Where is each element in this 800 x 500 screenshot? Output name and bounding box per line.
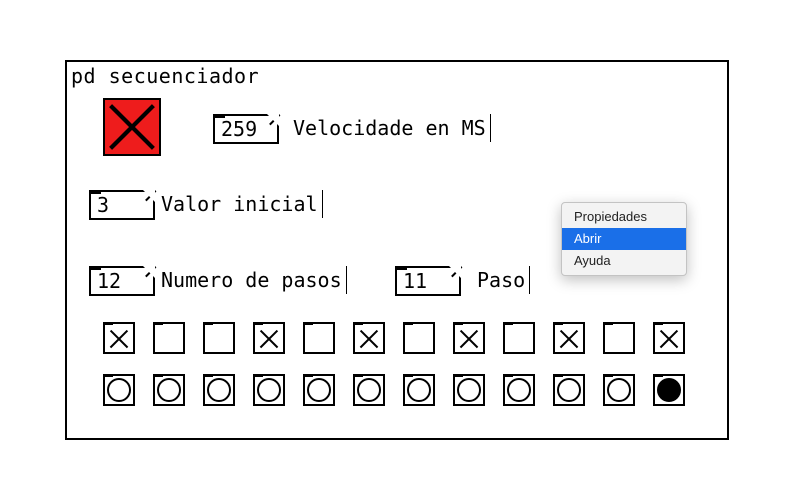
init-value: 3 [97, 193, 109, 217]
step-toggle-5[interactable] [303, 322, 335, 354]
main-toggle[interactable] [103, 98, 161, 156]
step-toggle-11[interactable] [603, 322, 635, 354]
step-toggle-6[interactable] [353, 322, 385, 354]
step-toggle-4[interactable] [253, 322, 285, 354]
step-bang-4[interactable] [253, 374, 285, 406]
speed-label: Velocidade en MS [293, 114, 491, 142]
step-toggle-8[interactable] [453, 322, 485, 354]
context-menu: PropiedadesAbrirAyuda [561, 202, 687, 276]
step-bang-7[interactable] [403, 374, 435, 406]
step-bang-12[interactable] [653, 374, 685, 406]
context-menu-item[interactable]: Abrir [562, 228, 686, 250]
num-steps-value: 12 [97, 269, 121, 293]
num-steps-label: Numero de pasos [161, 266, 347, 294]
current-step-number-box[interactable]: 11 [395, 266, 461, 296]
step-bang-5[interactable] [303, 374, 335, 406]
step-toggle-1[interactable] [103, 322, 135, 354]
step-toggle-2[interactable] [153, 322, 185, 354]
step-bang-11[interactable] [603, 374, 635, 406]
step-bang-9[interactable] [503, 374, 535, 406]
context-menu-item[interactable]: Propiedades [562, 206, 686, 228]
step-toggle-row [103, 322, 703, 354]
step-toggle-3[interactable] [203, 322, 235, 354]
step-toggle-10[interactable] [553, 322, 585, 354]
current-step-value: 11 [403, 269, 427, 293]
step-bang-2[interactable] [153, 374, 185, 406]
init-value-label: Valor inicial [161, 190, 323, 218]
current-step-label: Paso [477, 266, 530, 294]
step-toggle-12[interactable] [653, 322, 685, 354]
step-bang-row [103, 374, 703, 410]
speed-number-box[interactable]: 259 [213, 114, 279, 144]
step-bang-8[interactable] [453, 374, 485, 406]
patch-title: pd secuenciador [71, 64, 259, 88]
step-bang-1[interactable] [103, 374, 135, 406]
speed-value: 259 [221, 117, 257, 141]
step-bang-10[interactable] [553, 374, 585, 406]
step-toggle-9[interactable] [503, 322, 535, 354]
context-menu-item[interactable]: Ayuda [562, 250, 686, 272]
step-bang-6[interactable] [353, 374, 385, 406]
num-steps-number-box[interactable]: 12 [89, 266, 155, 296]
step-bang-3[interactable] [203, 374, 235, 406]
init-value-number-box[interactable]: 3 [89, 190, 155, 220]
step-toggle-7[interactable] [403, 322, 435, 354]
patch-subwindow: pd secuenciador 259 Velocidade en MS 3 V… [65, 60, 729, 440]
